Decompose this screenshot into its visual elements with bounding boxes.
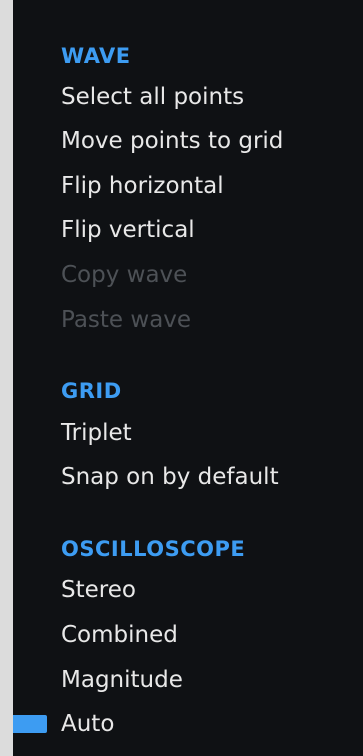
context-menu: WAVE Select all points Move points to gr…: [13, 0, 363, 756]
menu-item-snap-on-by-default[interactable]: Snap on by default: [61, 462, 279, 492]
section-title-oscilloscope: OSCILLOSCOPE: [61, 537, 246, 561]
menu-item-flip-horizontal[interactable]: Flip horizontal: [61, 171, 224, 201]
menu-item-triplet[interactable]: Triplet: [61, 418, 132, 448]
menu-item-flip-vertical[interactable]: Flip vertical: [61, 215, 195, 245]
menu-item-copy-wave: Copy wave: [61, 262, 188, 288]
menu-item-move-points-to-grid[interactable]: Move points to grid: [61, 126, 283, 156]
menu-item-stereo[interactable]: Stereo: [61, 575, 136, 605]
menu-item-auto[interactable]: Auto: [61, 709, 114, 739]
menu-item-combined[interactable]: Combined: [61, 620, 178, 650]
menu-item-select-all-points[interactable]: Select all points: [61, 82, 244, 112]
menu-item-paste-wave: Paste wave: [61, 307, 192, 333]
section-title-grid: GRID: [61, 379, 122, 403]
menu-item-magnitude[interactable]: Magnitude: [61, 665, 183, 695]
section-title-wave: WAVE: [61, 44, 131, 68]
checked-indicator-icon: [13, 715, 47, 733]
